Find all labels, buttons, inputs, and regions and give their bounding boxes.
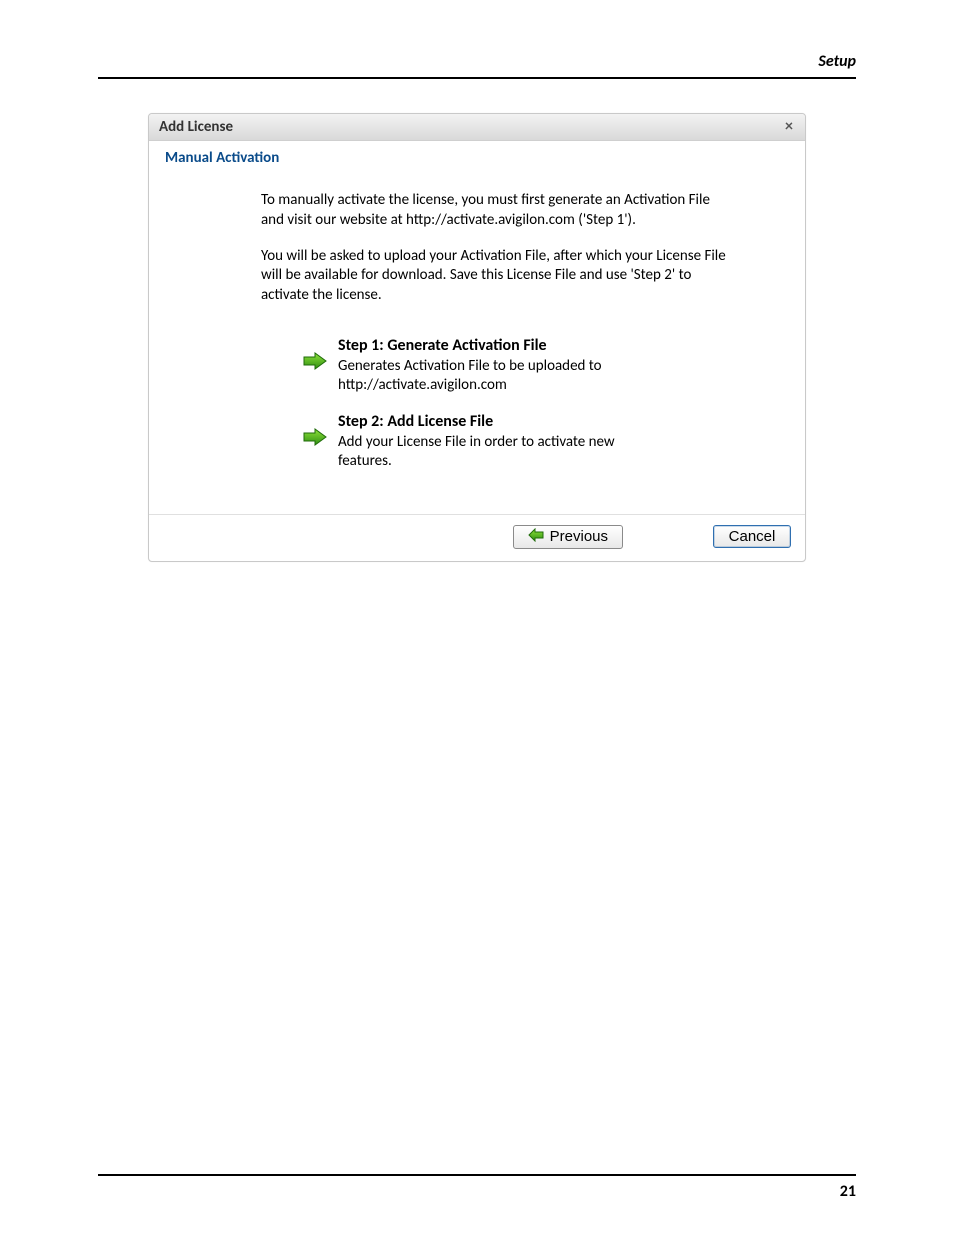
close-icon[interactable]: ×: [783, 119, 795, 135]
step2-description: Add your License File in order to activa…: [338, 433, 632, 472]
step-generate-activation-file[interactable]: Step 1: Generate Activation File Generat…: [302, 336, 632, 396]
previous-button[interactable]: Previous: [513, 525, 623, 549]
manual-activation-heading: Manual Activation: [149, 141, 805, 167]
page-number: 21: [840, 1182, 856, 1201]
cancel-button[interactable]: Cancel: [713, 525, 791, 548]
dialog-button-row: Previous Cancel: [149, 514, 805, 561]
page-header: Setup: [98, 52, 856, 79]
arrow-right-icon: [302, 428, 328, 446]
dialog-title: Add License: [159, 118, 233, 136]
arrow-right-icon: [302, 352, 328, 370]
previous-button-label: Previous: [550, 528, 608, 545]
page-header-label: Setup: [818, 52, 856, 71]
page-footer: 21: [98, 1174, 856, 1201]
instruction-paragraph-1: To manually activate the license, you mu…: [261, 191, 735, 231]
step1-title: Step 1: Generate Activation File: [338, 336, 632, 355]
step1-description: Generates Activation File to be uploaded…: [338, 357, 632, 396]
instruction-paragraph-2: You will be asked to upload your Activat…: [261, 247, 735, 306]
step-add-license-file[interactable]: Step 2: Add License File Add your Licens…: [302, 412, 632, 472]
arrow-left-icon: [528, 528, 544, 546]
add-license-dialog: Add License × Manual Activation To manua…: [148, 113, 806, 562]
cancel-button-label: Cancel: [729, 528, 776, 545]
step2-title: Step 2: Add License File: [338, 412, 632, 431]
manual-activation-instructions: To manually activate the license, you mu…: [149, 167, 805, 332]
dialog-titlebar: Add License ×: [149, 114, 805, 141]
